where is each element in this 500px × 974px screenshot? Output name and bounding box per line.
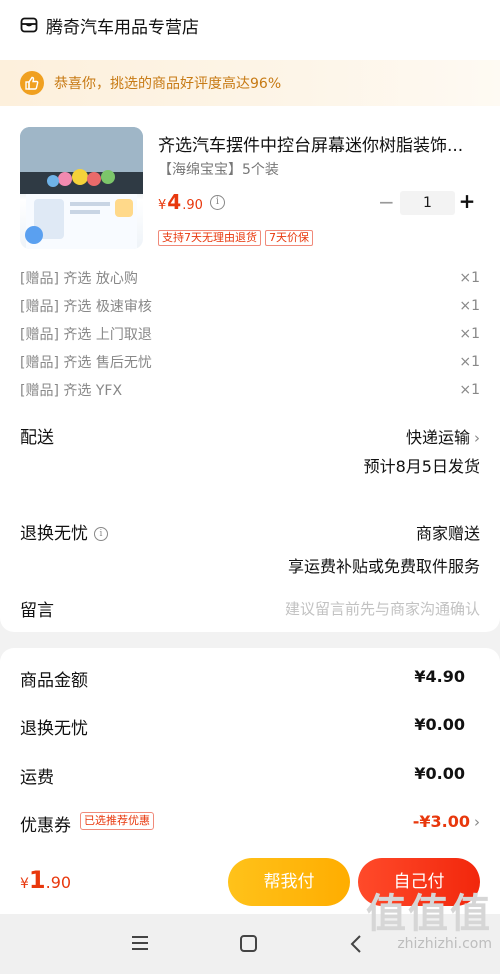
watermark-url: zhizhizhi.com <box>397 936 492 952</box>
gift-name: 齐选 YFX <box>63 383 123 399</box>
back-icon[interactable] <box>348 934 366 954</box>
quantity-plus-button[interactable]: + <box>458 189 476 213</box>
returns-value: 商家赠送 <box>415 524 480 543</box>
message-input[interactable]: 建议留言前先与商家沟通确认 <box>285 598 480 619</box>
total-currency: ¥ <box>20 876 29 892</box>
returns-label: 退换无忧 i <box>20 519 108 544</box>
gift-prefix: [赠品] <box>20 299 59 315</box>
menu-icon[interactable] <box>131 935 149 951</box>
gift-name: 齐选 放心购 <box>63 271 138 287</box>
price-decimal: .90 <box>182 198 203 213</box>
tag-7day-return: 支持7天无理由退货 <box>158 230 261 246</box>
price-info-icon[interactable]: i <box>210 195 225 210</box>
message-label: 留言 <box>20 601 54 621</box>
coupon-label: 优惠券 <box>20 816 71 836</box>
coupon-badge: 已选推荐优惠 <box>80 812 154 830</box>
product-price: ¥ 4 .90 <box>158 190 203 214</box>
banner-text: 恭喜你，挑选的商品好评度高达96% <box>54 76 282 92</box>
total-decimal: .90 <box>45 873 72 892</box>
total-integer: 1 <box>28 866 46 894</box>
gift-name: 齐选 售后无忧 <box>63 355 152 371</box>
gift-qty: ×1 <box>459 382 480 398</box>
returns-fee-label: 退换无忧 <box>20 719 88 739</box>
service-tags: 支持7天无理由退货 7天价保 <box>158 230 313 246</box>
gift-prefix: [赠品] <box>20 383 59 399</box>
store-header[interactable]: 腾奇汽车用品专营店 <box>20 12 199 38</box>
gift-name: 齐选 上门取退 <box>63 327 152 343</box>
home-icon[interactable] <box>240 935 257 952</box>
watermark-logo: 值值值 <box>366 891 492 937</box>
gift-prefix: [赠品] <box>20 327 59 343</box>
gift-qty: ×1 <box>459 326 480 342</box>
price-integer: 4 <box>167 190 182 214</box>
store-name: 腾奇汽车用品专营店 <box>46 17 199 38</box>
returns-label-text: 退换无忧 <box>20 524 88 544</box>
delivery-method-text: 快递运输 <box>405 428 470 447</box>
tag-price-protect: 7天价保 <box>265 230 313 246</box>
gift-prefix: [赠品] <box>20 355 59 371</box>
gift-qty: ×1 <box>459 298 480 314</box>
delivery-label: 配送 <box>20 428 54 448</box>
help-pay-button[interactable]: 帮我付 <box>228 858 350 906</box>
returns-desc: 享运费补贴或免费取件服务 <box>287 557 480 576</box>
total-price: ¥ 1 .90 <box>20 866 71 894</box>
product-image[interactable] <box>20 127 143 249</box>
chevron-right-icon: › <box>474 429 480 447</box>
gift-item: [赠品] 齐选 放心购 ×1 <box>20 268 480 288</box>
gift-item: [赠品] 齐选 极速审核 ×1 <box>20 296 480 316</box>
gift-item: [赠品] 齐选 上门取退 ×1 <box>20 324 480 344</box>
delivery-estimate: 预计8月5日发货 <box>363 457 480 476</box>
thumbs-up-icon <box>20 71 44 95</box>
gift-name: 齐选 极速审核 <box>63 299 152 315</box>
gift-prefix: [赠品] <box>20 271 59 287</box>
watermark: 值值值 zhizhizhi.com <box>366 892 492 952</box>
returns-info-icon[interactable]: i <box>94 527 108 541</box>
product-spec: 【海绵宝宝】5个装 <box>158 162 279 178</box>
goods-amount-label: 商品金额 <box>20 671 88 691</box>
store-icon <box>20 17 38 33</box>
delivery-method[interactable]: 快递运输 › <box>406 424 480 448</box>
chevron-right-icon: › <box>474 813 480 831</box>
quantity-input[interactable]: 1 <box>400 191 455 215</box>
coupon-value: -¥3.00 <box>412 812 470 831</box>
shipping-label: 运费 <box>20 768 54 788</box>
shipping-value: ¥0.00 <box>414 764 465 783</box>
quantity-minus-button[interactable]: − <box>378 190 395 214</box>
returns-fee-value: ¥0.00 <box>414 715 465 734</box>
gift-item: [赠品] 齐选 售后无忧 ×1 <box>20 352 480 372</box>
goods-amount-value: ¥4.90 <box>414 667 465 686</box>
price-currency: ¥ <box>158 198 167 213</box>
rating-banner: 恭喜你，挑选的商品好评度高达96% <box>0 60 500 106</box>
gift-qty: ×1 <box>459 354 480 370</box>
product-title[interactable]: 齐选汽车摆件中控台屏幕迷你树脂装饰... <box>158 131 482 156</box>
coupon-selector[interactable]: -¥3.00 › <box>413 812 480 831</box>
gift-qty: ×1 <box>459 270 480 286</box>
gift-item: [赠品] 齐选 YFX ×1 <box>20 380 480 400</box>
